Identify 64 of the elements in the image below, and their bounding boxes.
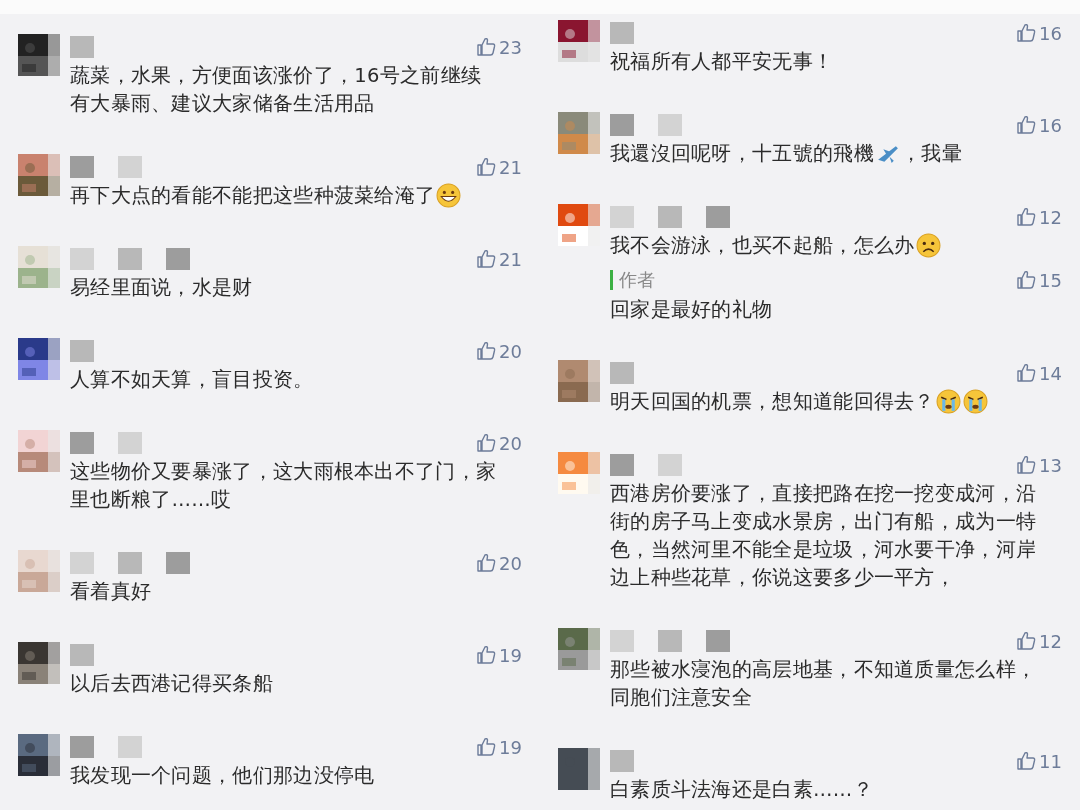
frowning-face-icon xyxy=(915,233,941,258)
thumbs-up-icon xyxy=(1016,23,1037,43)
blurred-name xyxy=(610,362,634,384)
blurred-name xyxy=(610,114,682,136)
blurred-name xyxy=(70,736,142,758)
like-button[interactable]: 19 xyxy=(476,736,522,758)
comment-text: 以后去西港记得买条船 xyxy=(70,671,274,697)
comment-text: 那些被水寖泡的高层地基，不知道质量怎么样，同胞们注意安全 xyxy=(610,657,1038,711)
comment-text: 再下大点的看能不能把这些种菠菜给淹了 xyxy=(70,182,500,210)
thumbs-up-icon xyxy=(1016,631,1037,651)
like-button[interactable]: 15 xyxy=(1016,269,1062,291)
like-button[interactable]: 12 xyxy=(1016,206,1062,228)
like-button[interactable]: 20 xyxy=(476,340,522,362)
comment-text: 祝福所有人都平安无事！ xyxy=(610,49,835,75)
comment-text: 看着真好 xyxy=(70,579,153,605)
thumbs-up-icon xyxy=(1016,455,1037,475)
thumbs-up-icon xyxy=(476,433,497,453)
blurred-name xyxy=(70,644,94,666)
blurred-name xyxy=(610,22,634,44)
like-button[interactable]: 19 xyxy=(476,644,522,666)
blurred-name xyxy=(70,156,142,178)
blurred-name xyxy=(70,36,94,58)
thumbs-up-icon xyxy=(1016,270,1037,290)
like-button[interactable]: 13 xyxy=(1016,454,1062,476)
comment-text: 这些物价又要暴涨了，这大雨根本出不了门，家里也断粮了……哎 xyxy=(70,459,498,513)
comment-text: 蔬菜，水果，方便面该涨价了，16号之前继续有大暴雨、建议大家储备生活用品 xyxy=(70,63,483,117)
thumbs-up-icon xyxy=(1016,207,1037,227)
thumbs-up-icon xyxy=(1016,115,1037,135)
comment-text: 白素质斗法海还是白素……？ xyxy=(610,777,874,803)
comment-text: 我還沒回呢呀，十五號的飛機 ，我暈 xyxy=(610,140,963,168)
thumbs-up-icon xyxy=(476,157,497,177)
thumbs-up-icon xyxy=(476,249,497,269)
like-button[interactable]: 14 xyxy=(1016,362,1062,384)
thumbs-up-icon xyxy=(476,37,497,57)
like-button[interactable]: 23 xyxy=(476,36,522,58)
like-button[interactable]: 16 xyxy=(1016,114,1062,136)
like-button[interactable]: 21 xyxy=(476,156,522,178)
comment-text: 我不会游泳，也买不起船，怎么办 xyxy=(610,232,1040,260)
blurred-name xyxy=(610,750,634,772)
comment-text: 人算不如天算，盲目投资。 xyxy=(70,367,315,393)
like-button[interactable]: 11 xyxy=(1016,750,1062,772)
thumbs-up-icon xyxy=(1016,363,1037,383)
comment-text: 明天回国的机票，想知道能回得去？ xyxy=(610,388,1040,416)
author-label: 作者 xyxy=(610,270,655,290)
blurred-name xyxy=(70,340,94,362)
like-button[interactable]: 20 xyxy=(476,552,522,574)
like-button[interactable]: 20 xyxy=(476,432,522,454)
blurred-name xyxy=(610,454,682,476)
thumbs-up-icon xyxy=(476,341,497,361)
blurred-name xyxy=(70,432,142,454)
comment-text: 易经里面说，水是财 xyxy=(70,275,254,301)
like-button[interactable]: 21 xyxy=(476,248,522,270)
crying-face-icon xyxy=(935,389,961,414)
crying-face-icon xyxy=(962,389,988,414)
thumbs-up-icon xyxy=(476,737,497,757)
comment-text: 我发现一个问题，他们那边没停电 xyxy=(70,763,376,789)
comment-text: 西港房价要涨了，直接把路在挖一挖变成河，沿街的房子马上变成水景房，出门有船，成为一特色，当然河里不能全是垃圾，河水要干净，河岸边上种些花草，你说这要多少一平方， xyxy=(610,481,1038,591)
thumbs-up-icon xyxy=(476,553,497,573)
comment-text: 回家是最好的礼物 xyxy=(610,297,774,323)
thumbs-up-icon xyxy=(1016,751,1037,771)
like-button[interactable]: 12 xyxy=(1016,630,1062,652)
like-button[interactable]: 16 xyxy=(1016,22,1062,44)
grinning-face-icon xyxy=(436,183,462,208)
thumbs-up-icon xyxy=(476,645,497,665)
